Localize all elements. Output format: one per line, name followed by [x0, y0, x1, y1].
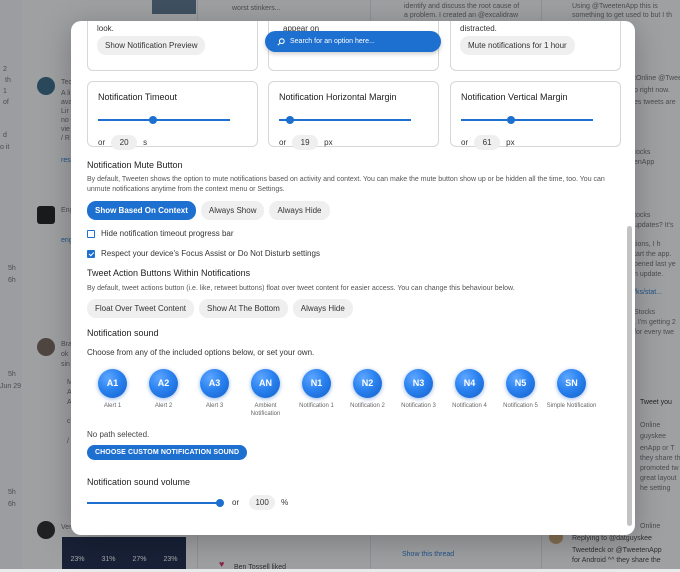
horizontal-margin-card: Notification Horizontal Margin or 19 px — [268, 81, 439, 150]
timeout-input[interactable]: 20 — [111, 135, 138, 150]
vertical-margin-slider[interactable] — [461, 116, 593, 124]
sound-option[interactable]: A3 Alert 3 — [189, 369, 240, 418]
sound-button-n2[interactable]: N2 — [353, 369, 382, 398]
section-title: Notification sound volume — [87, 477, 191, 487]
choose-custom-sound-button[interactable]: CHOOSE CUSTOM NOTIFICATION SOUND — [87, 445, 248, 460]
section-title: Tweet Action Buttons Within Notification… — [87, 268, 251, 278]
unit-label: px — [506, 138, 515, 147]
volume-slider[interactable] — [87, 499, 224, 507]
sound-button-a3[interactable]: A3 — [200, 369, 229, 398]
sound-label: Notification 4 — [452, 403, 487, 409]
sound-button-n1[interactable]: N1 — [302, 369, 331, 398]
timeout-card: Notification Timeout or 20 s — [87, 81, 258, 150]
card-title: Notification Vertical Margin — [461, 92, 568, 102]
or-label: or — [461, 138, 469, 147]
sound-option[interactable]: N1 Notification 1 — [291, 369, 342, 418]
show-preview-button[interactable]: Show Notification Preview — [97, 36, 206, 55]
sound-button-a1[interactable]: A1 — [98, 369, 127, 398]
slider-thumb[interactable] — [507, 116, 516, 124]
option-always-hide[interactable]: Always Hide — [269, 201, 330, 220]
option-show-at-bottom[interactable]: Show At The Bottom — [199, 299, 288, 318]
hide-progress-checkbox[interactable]: Hide notification timeout progress bar — [87, 229, 234, 238]
card-text: look. — [97, 24, 114, 33]
path-status: No path selected. — [87, 430, 150, 439]
checkbox[interactable] — [87, 229, 95, 238]
sound-button-n3[interactable]: N3 — [404, 369, 433, 398]
slider-thumb[interactable] — [285, 116, 294, 124]
or-label: or — [232, 498, 240, 507]
or-label: or — [98, 138, 106, 147]
option-always-show[interactable]: Always Show — [200, 201, 265, 220]
search-placeholder: Search for an option here... — [290, 38, 375, 45]
action-options: Float Over Tweet Content Show At The Bot… — [87, 299, 353, 318]
sound-label: Notification 2 — [350, 403, 385, 409]
sound-label: Ambient Notification — [250, 403, 281, 417]
mute-hour-card: distracted. Mute notifications for 1 hou… — [450, 21, 621, 71]
slider-thumb[interactable] — [216, 499, 224, 507]
section-description: By default, Tweeten shows the option to … — [87, 176, 605, 193]
focus-assist-checkbox[interactable]: Respect your device's Focus Assist or Do… — [87, 249, 320, 258]
vertical-margin-card: Notification Vertical Margin or 61 px — [450, 81, 621, 150]
unit-label: s — [143, 138, 148, 147]
vertical-margin-input[interactable]: 61 — [474, 135, 501, 150]
checkbox-label: Hide notification timeout progress bar — [101, 229, 234, 238]
or-label: or — [279, 138, 287, 147]
sound-label: Notification 5 — [503, 403, 538, 409]
mute-hour-button[interactable]: Mute notifications for 1 hour — [460, 36, 575, 55]
preview-card: look. Show Notification Preview — [87, 21, 258, 71]
sound-label: Notification 1 — [299, 403, 334, 409]
section-title: Notification sound — [87, 328, 159, 338]
checkbox-label: Respect your device's Focus Assist or Do… — [101, 249, 320, 258]
search-icon — [277, 37, 285, 46]
sound-label: Notification 3 — [401, 403, 436, 409]
section-description: By default, tweet actions button (i.e. l… — [87, 285, 515, 292]
sound-button-an[interactable]: AN — [251, 369, 280, 398]
unit-label: % — [281, 498, 289, 507]
sound-option[interactable]: N4 Notification 4 — [444, 369, 495, 418]
sound-option[interactable]: AN Ambient Notification — [240, 369, 291, 418]
option-float-over[interactable]: Float Over Tweet Content — [87, 299, 195, 318]
sound-options: A1 Alert 1 A2 Alert 2 A3 Alert 3 AN Ambient … — [87, 369, 597, 418]
option-show-based-on-context[interactable]: Show Based On Context — [87, 201, 196, 220]
sound-option[interactable]: N3 Notification 3 — [393, 369, 444, 418]
horizontal-margin-slider[interactable] — [279, 116, 411, 124]
sound-option[interactable]: A2 Alert 2 — [138, 369, 189, 418]
sound-label: Alert 1 — [103, 403, 122, 409]
section-description: Choose from any of the included options … — [87, 348, 315, 357]
mute-options: Show Based On Context Always Show Always… — [87, 201, 330, 220]
sound-button-n4[interactable]: N4 — [455, 369, 484, 398]
sound-option[interactable]: N2 Notification 2 — [342, 369, 393, 418]
sound-label: Alert 3 — [205, 403, 224, 409]
slider-thumb[interactable] — [149, 116, 158, 124]
volume-number-row: or 100 % — [232, 495, 288, 510]
card-text: distracted. — [460, 24, 497, 33]
search-box[interactable]: Search for an option here... — [265, 31, 441, 52]
number-row: or 19 px — [279, 135, 333, 150]
sound-button-n5[interactable]: N5 — [506, 369, 535, 398]
sound-button-sn[interactable]: SN — [557, 369, 586, 398]
unit-label: px — [324, 138, 333, 147]
option-actions-always-hide[interactable]: Always Hide — [292, 299, 353, 318]
scrollbar[interactable] — [627, 226, 632, 526]
sound-option[interactable]: A1 Alert 1 — [87, 369, 138, 418]
sound-option[interactable]: N5 Notification 5 — [495, 369, 546, 418]
section-title: Notification Mute Button — [87, 160, 183, 170]
sound-label: Simple Notification — [546, 403, 597, 409]
number-row: or 20 s — [98, 135, 147, 150]
checkbox[interactable] — [87, 249, 95, 258]
timeout-slider[interactable] — [98, 116, 230, 124]
sound-button-a2[interactable]: A2 — [149, 369, 178, 398]
card-title: Notification Timeout — [98, 92, 178, 102]
sound-option[interactable]: SN Simple Notification — [546, 369, 597, 418]
horizontal-margin-input[interactable]: 19 — [292, 135, 319, 150]
volume-input[interactable]: 100 — [249, 495, 276, 510]
sound-label: Alert 2 — [154, 403, 173, 409]
number-row: or 61 px — [461, 135, 515, 150]
settings-modal: Search for an option here... look. Show … — [71, 21, 635, 535]
card-title: Notification Horizontal Margin — [279, 92, 397, 102]
